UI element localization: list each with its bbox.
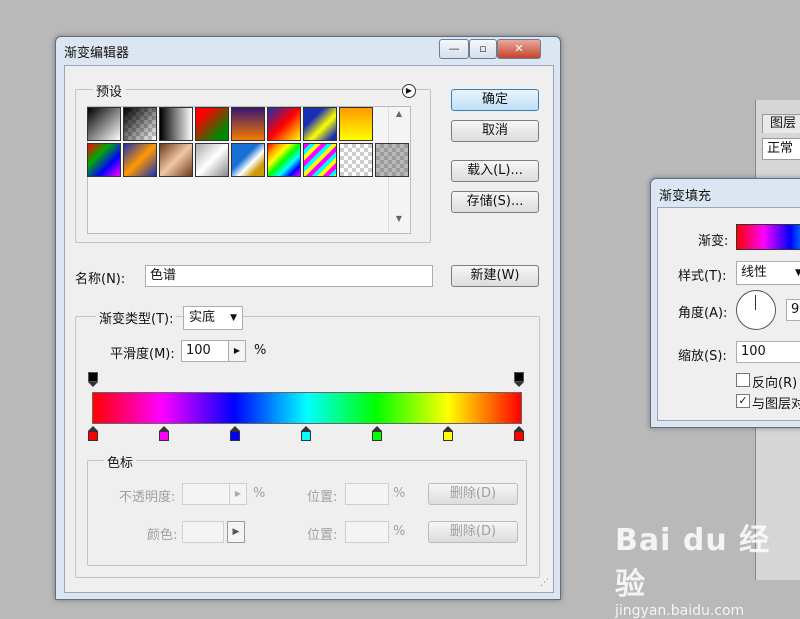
align-checkbox[interactable]: ✓ [736,394,750,408]
preset-swatch[interactable] [123,143,157,177]
angle-input[interactable]: 90 [786,299,800,321]
preset-swatch[interactable] [195,143,229,177]
opacity-location-input[interactable] [345,483,389,505]
maximize-icon: ▫ [479,42,487,55]
gradient-preview-bar[interactable] [92,392,522,424]
preset-swatch[interactable] [159,107,193,141]
delete-opacity-stop-button[interactable]: 删除(D) [428,483,518,505]
preset-swatch[interactable] [267,107,301,141]
align-label: 与图层对 [752,397,800,412]
reverse-checkbox[interactable] [736,373,750,387]
color-stop[interactable] [443,426,453,441]
angle-dial[interactable] [736,290,776,330]
opacity-unit: % [253,486,266,501]
scroll-up-icon[interactable]: ▲ [389,109,409,118]
preset-swatch[interactable] [339,107,373,141]
save-button[interactable]: 存储(S)... [451,191,539,213]
smoothness-stepper-icon[interactable]: ▶ [228,340,246,362]
stops-group [87,460,527,566]
color-label: 颜色: [147,528,178,543]
opacity-stepper-icon[interactable]: ▶ [229,483,247,505]
opacity-input[interactable] [182,483,232,505]
preset-swatch[interactable] [123,107,157,141]
gradient-editor-dialog: 渐变编辑器 — ▫ ✕ 预设 ▶ ▲ ▼ 确定 取消 载入(L)... 存储(S… [55,36,561,600]
opacity-label: 不透明度: [119,490,176,505]
color-swatch[interactable] [182,521,224,543]
scale-input[interactable]: 100 [736,341,800,363]
smoothness-label: 平滑度(M): [110,347,175,362]
preset-swatch[interactable] [267,143,301,177]
style-value: 线性 [741,265,768,280]
dialog-body: 预设 ▶ ▲ ▼ 确定 取消 载入(L)... 存储(S)... 名称(N): … [64,65,554,593]
color-stop[interactable] [230,426,240,441]
name-label: 名称(N): [75,272,126,287]
watermark-logo: Bai du 经验 [615,523,771,602]
preset-swatch[interactable] [87,107,121,141]
color-location-label: 位置: [307,528,338,543]
scale-label: 缩放(S): [678,349,727,364]
ok-button[interactable]: 确定 [451,89,539,111]
gradient-type-label: 渐变类型(T): [96,308,177,327]
opacity-stop-right[interactable] [514,372,524,387]
watermark: Bai du 经验 jingyan.baidu.com [615,515,800,619]
blend-mode-select[interactable]: 正常 [762,138,800,160]
reverse-label: 反向(R) [752,376,798,391]
close-button[interactable]: ✕ [497,39,541,59]
preset-swatch[interactable] [231,143,265,177]
color-stop[interactable] [514,426,524,441]
angle-label: 角度(A): [678,306,728,321]
tab-layers[interactable]: 图层 [762,114,800,133]
preset-swatch[interactable] [339,143,373,177]
chevron-down-icon: ▼ [230,313,237,323]
presets-label: 预设 [93,81,126,100]
chevron-down-icon: ▼ [795,268,800,278]
color-stop[interactable] [301,426,311,441]
preset-swatch[interactable] [303,107,337,141]
opacity-stop-left[interactable] [88,372,98,387]
name-input[interactable]: 色谱 [145,265,433,287]
close-icon: ✕ [514,42,524,55]
smoothness-input[interactable]: 100 [181,340,229,362]
opacity-location-label: 位置: [307,490,338,505]
gradient-picker[interactable] [736,224,800,250]
minimize-icon: — [448,42,460,55]
preset-swatch[interactable] [303,143,337,177]
color-location-input[interactable] [345,521,389,543]
scroll-down-icon[interactable]: ▼ [389,214,409,223]
preset-swatch[interactable] [231,107,265,141]
smoothness-unit: % [254,343,267,358]
dialog-title: 渐变编辑器 [64,46,130,61]
preset-swatch[interactable] [375,143,409,177]
preset-swatch[interactable] [87,143,121,177]
preset-swatch[interactable] [195,107,229,141]
color-stop[interactable] [159,426,169,441]
fill-dialog-body: 渐变: 样式(T): 线性 ▼ 角度(A): 90 缩放(S): 100 ▶ 反… [657,207,800,421]
color-location-unit: % [393,524,406,539]
fill-dialog-title: 渐变填充 [659,189,712,204]
style-select[interactable]: 线性 ▼ [736,261,800,285]
style-label: 样式(T): [678,269,727,284]
opacity-location-unit: % [393,486,406,501]
maximize-button[interactable]: ▫ [469,39,497,59]
preset-swatch[interactable] [159,143,193,177]
color-menu-icon[interactable]: ▶ [227,521,245,543]
load-button[interactable]: 载入(L)... [451,160,539,182]
color-stop[interactable] [372,426,382,441]
presets-menu-icon[interactable]: ▶ [402,84,416,98]
delete-color-stop-button[interactable]: 删除(D) [428,521,518,543]
gradient-label: 渐变: [698,234,729,249]
gradient-type-value: 实底 [189,310,216,325]
gradient-type-select[interactable]: 实底 ▼ [183,306,243,330]
color-stop[interactable] [88,426,98,441]
resize-grip-icon[interactable]: ⋰ [540,578,550,588]
check-icon: ✓ [738,394,748,407]
new-button[interactable]: 新建(W) [451,265,539,287]
stops-group-label: 色标 [104,452,137,471]
watermark-url: jingyan.baidu.com [615,603,745,619]
gradient-fill-dialog: 渐变填充 渐变: 样式(T): 线性 ▼ 角度(A): 90 缩放(S): 10… [650,178,800,428]
minimize-button[interactable]: — [439,39,469,59]
cancel-button[interactable]: 取消 [451,120,539,142]
